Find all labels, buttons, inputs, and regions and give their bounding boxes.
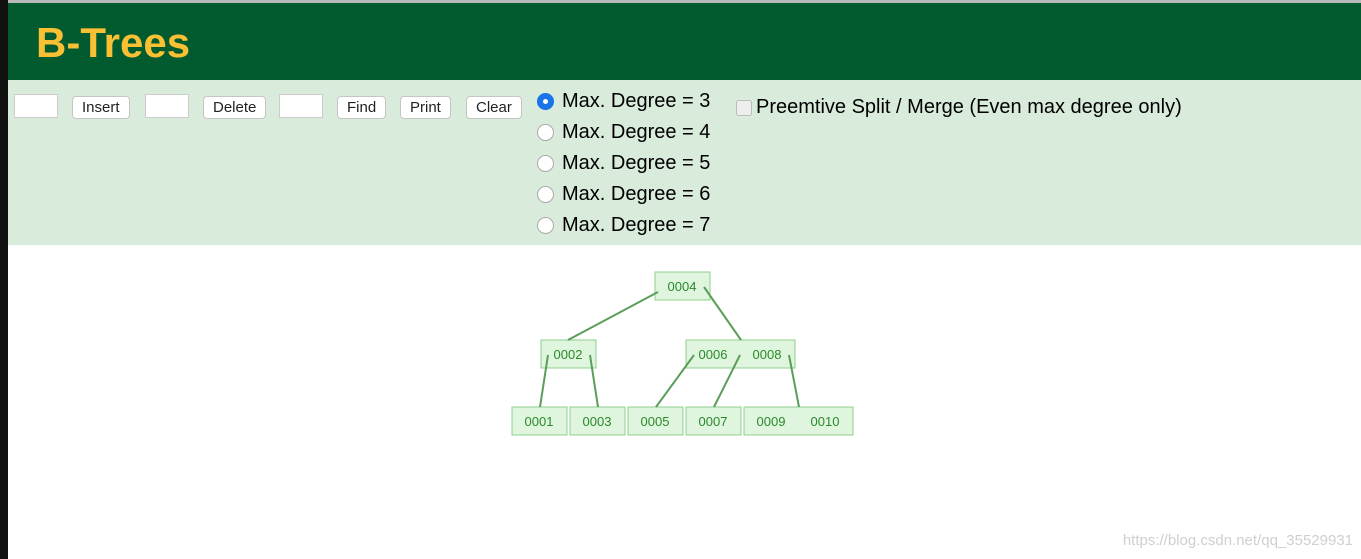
node-key: 0005 (641, 414, 670, 429)
tree-edge (703, 286, 742, 341)
node-key: 0008 (753, 347, 782, 362)
tree-node: 0009 0010 (743, 406, 854, 436)
tree-node: 0002 (540, 339, 597, 369)
tree-edge (655, 354, 695, 408)
node-key: 0002 (554, 347, 583, 362)
node-key: 0010 (811, 414, 840, 429)
tree-node: 0001 (511, 406, 568, 436)
node-key: 0007 (699, 414, 728, 429)
tree-node: 0006 0008 (685, 339, 796, 369)
node-key: 0006 (699, 347, 728, 362)
tree-node: 0005 (627, 406, 684, 436)
node-key: 0004 (668, 279, 697, 294)
node-key: 0001 (525, 414, 554, 429)
tree-node: 0007 (685, 406, 742, 436)
tree-node: 0003 (569, 406, 626, 436)
watermark: https://blog.csdn.net/qq_35529931 (1122, 532, 1353, 549)
tree-node: 0004 (654, 271, 711, 301)
node-key: 0009 (757, 414, 786, 429)
node-key: 0003 (583, 414, 612, 429)
tree-edge (567, 291, 659, 341)
btree-canvas: 0004 0002 0006 0008 0001 0003 0005 0007 0009 0010 (511, 271, 854, 436)
